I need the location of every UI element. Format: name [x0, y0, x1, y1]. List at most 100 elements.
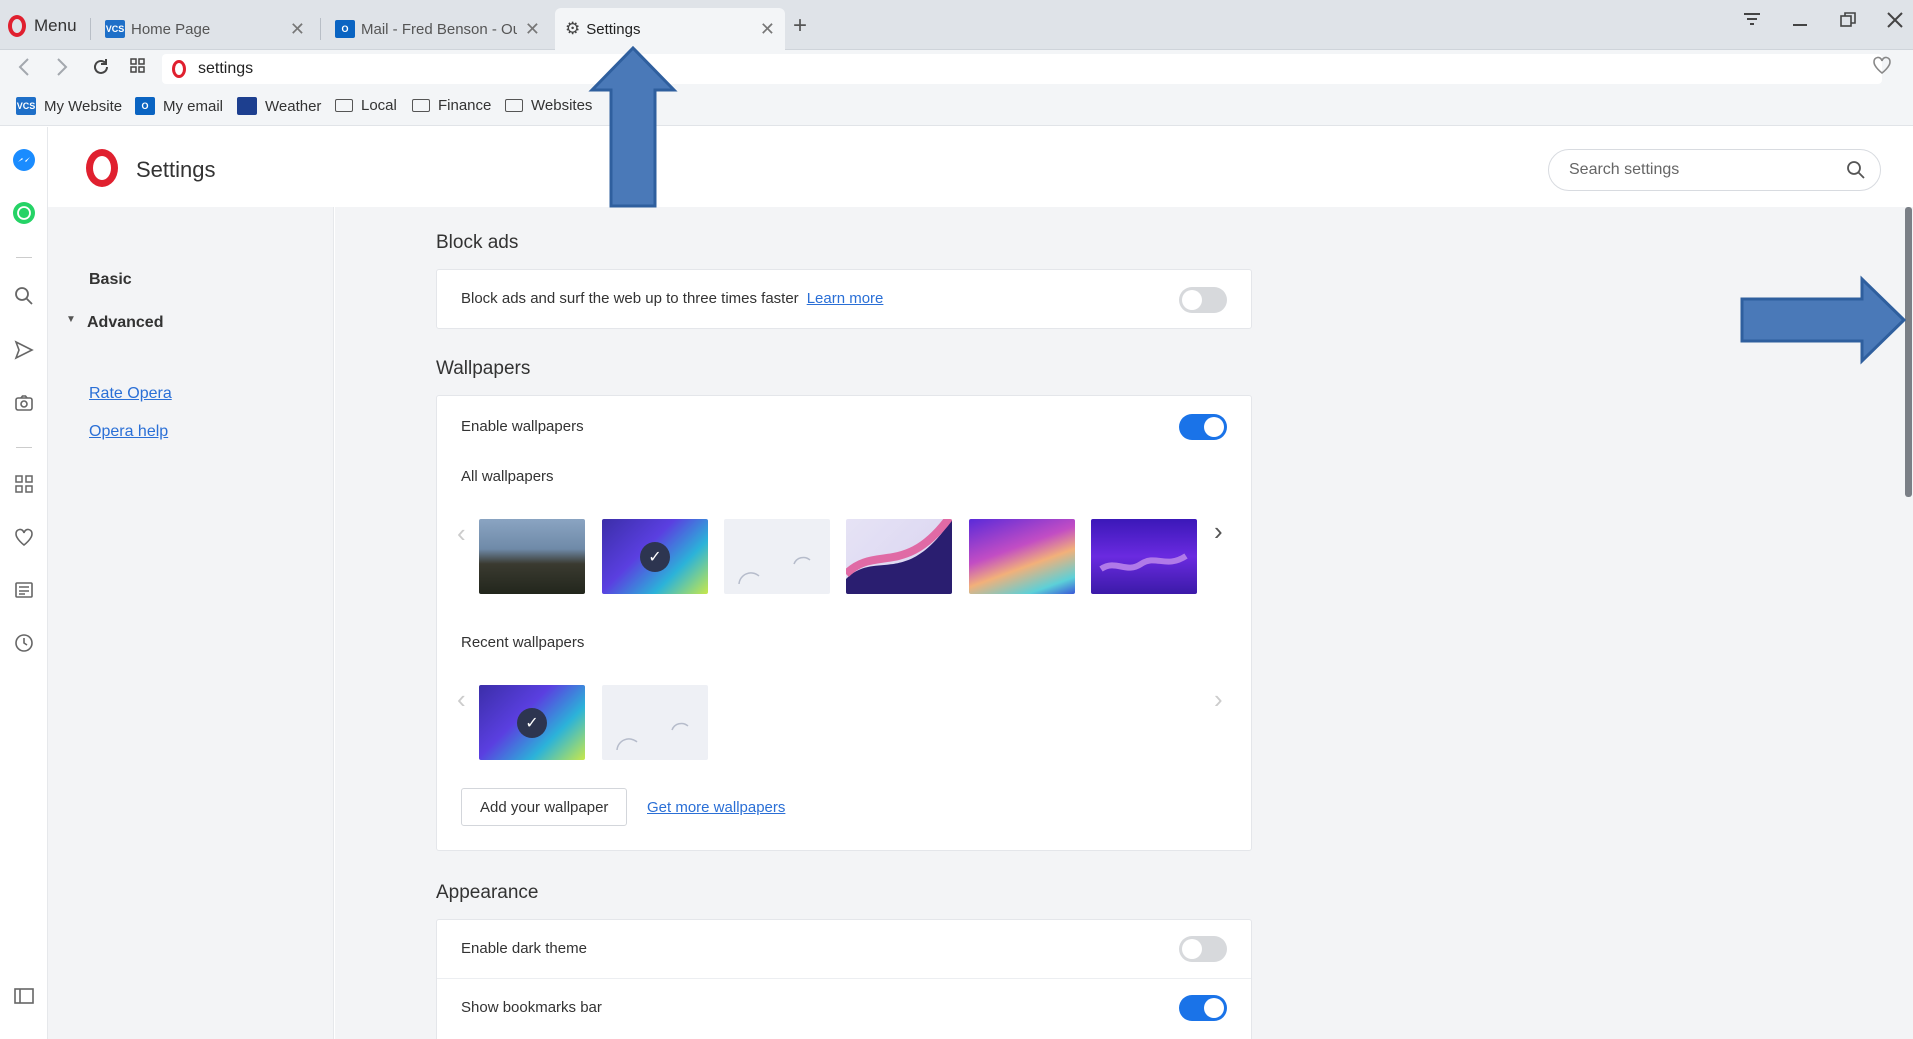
news-icon[interactable] — [11, 577, 37, 603]
vcs-logo-icon: VCS — [105, 20, 125, 38]
learn-more-link[interactable]: Learn more — [807, 290, 884, 307]
folder-icon — [505, 99, 523, 112]
settings-content: Block ads Block ads and surf the web up … — [335, 207, 1913, 1039]
bookmark-folder-local[interactable]: Local — [335, 97, 397, 114]
section-title-appearance: Appearance — [436, 882, 539, 903]
bookmark-my-email[interactable]: O My email — [135, 97, 223, 115]
tab-separator — [90, 18, 91, 40]
tab-strip: Menu VCS Home Page ✕ O Mail - Fred Benso… — [0, 0, 1913, 50]
wallpapers-card: Enable wallpapers All wallpapers ‹ ✓ › R… — [436, 395, 1252, 851]
bookmark-label: Finance — [438, 97, 492, 114]
checkmark-icon: ✓ — [517, 708, 547, 738]
tab-title: Home Page — [131, 20, 211, 38]
bookmarks-bar-label: Show bookmarks bar — [461, 999, 602, 1016]
bookmark-label: Weather — [265, 97, 322, 115]
tab-menu-icon[interactable] — [1742, 10, 1762, 36]
close-tab-icon[interactable]: ✕ — [525, 19, 540, 40]
tab-settings[interactable]: ⚙ Settings ✕ — [555, 8, 785, 50]
search-settings-box[interactable] — [1548, 149, 1881, 191]
recent-wallpaper-selected[interactable]: ✓ — [479, 685, 585, 760]
tab-home-page[interactable]: VCS Home Page ✕ — [95, 8, 315, 50]
wallpaper-thumb-purple[interactable] — [1091, 519, 1197, 594]
tab-mail[interactable]: O Mail - Fred Benson - Outl ✕ — [325, 8, 550, 50]
bookmark-label: Local — [361, 97, 397, 114]
settings-header: Settings — [48, 127, 1913, 207]
recent-wallpaper-light[interactable] — [602, 685, 708, 760]
opera-sidebar — [0, 127, 48, 1039]
opera-help-link[interactable]: Opera help — [89, 423, 168, 441]
folder-icon — [412, 99, 430, 112]
all-wallpapers-label: All wallpapers — [461, 468, 554, 485]
caret-down-icon: ▼ — [66, 314, 76, 325]
wallpaper-thumb-coast[interactable] — [479, 519, 585, 594]
speed-dial-icon[interactable] — [11, 471, 37, 497]
bookmark-label: Websites — [531, 97, 593, 114]
dark-theme-label: Enable dark theme — [461, 940, 587, 957]
back-icon[interactable] — [16, 56, 34, 84]
bookmarks-bar: VCS My Website O My email Weather Local … — [0, 88, 1913, 126]
camera-snapshot-icon[interactable] — [11, 390, 37, 416]
tab-title: Settings — [586, 20, 641, 38]
opera-logo-icon — [8, 15, 26, 37]
whatsapp-icon[interactable] — [11, 200, 37, 226]
forward-icon[interactable] — [52, 56, 70, 84]
history-clock-icon[interactable] — [11, 630, 37, 656]
bookmark-weather[interactable]: Weather — [237, 97, 321, 115]
recent-next-icon[interactable]: › — [1214, 684, 1223, 715]
nav-advanced[interactable]: Advanced — [87, 314, 163, 332]
minimize-icon[interactable] — [1790, 10, 1810, 36]
new-tab-button[interactable]: + — [793, 12, 807, 40]
heart-icon[interactable] — [11, 524, 37, 550]
heart-bookmark-icon[interactable] — [1871, 54, 1893, 82]
search-icon[interactable] — [1846, 160, 1866, 180]
wallpaper-next-icon[interactable]: › — [1214, 516, 1223, 547]
restore-icon[interactable] — [1838, 10, 1858, 36]
flow-send-icon[interactable] — [11, 337, 37, 363]
opera-menu-button[interactable]: Menu — [8, 12, 77, 40]
recent-wallpapers-label: Recent wallpapers — [461, 634, 585, 651]
block-ads-toggle[interactable] — [1179, 287, 1227, 313]
block-ads-row: Block ads and surf the web up to three t… — [461, 290, 883, 307]
rate-opera-link[interactable]: Rate Opera — [89, 385, 172, 403]
block-ads-card: Block ads and surf the web up to three t… — [436, 269, 1252, 329]
dark-theme-toggle[interactable] — [1179, 936, 1227, 962]
speed-dial-grid-icon[interactable] — [128, 56, 148, 82]
menu-label: Menu — [34, 16, 77, 35]
sidebar-divider — [16, 447, 32, 448]
tab-separator — [320, 18, 321, 40]
annotation-arrow-right-icon — [1740, 275, 1906, 365]
sidebar-divider — [16, 257, 32, 258]
messenger-icon[interactable] — [11, 147, 37, 173]
annotation-arrow-up-icon — [588, 46, 678, 208]
wallpaper-thumb-light[interactable] — [724, 519, 830, 594]
block-ads-description: Block ads and surf the web up to three t… — [461, 290, 799, 307]
reload-icon[interactable] — [90, 56, 112, 84]
wallpaper-prev-icon[interactable]: ‹ — [457, 518, 466, 549]
outlook-icon: O — [335, 20, 355, 38]
url-field[interactable]: settings — [162, 54, 1882, 84]
bookmarks-bar-toggle[interactable] — [1179, 995, 1227, 1021]
bookmark-label: My email — [163, 97, 224, 115]
search-settings-input[interactable] — [1569, 161, 1839, 179]
bookmark-folder-websites[interactable]: Websites — [505, 97, 592, 114]
weather-icon — [237, 97, 257, 115]
close-window-icon[interactable] — [1885, 10, 1905, 36]
search-icon[interactable] — [11, 283, 37, 309]
wallpaper-thumb-gradient[interactable] — [969, 519, 1075, 594]
wallpaper-thumb-wave[interactable] — [846, 519, 952, 594]
enable-wallpapers-toggle[interactable] — [1179, 414, 1227, 440]
sidebar-toggle-icon[interactable] — [11, 983, 37, 1009]
bookmark-my-website[interactable]: VCS My Website — [16, 97, 122, 115]
nav-basic[interactable]: Basic — [89, 271, 132, 289]
wallpaper-thumb-selected[interactable]: ✓ — [602, 519, 708, 594]
close-tab-icon[interactable]: ✕ — [760, 19, 775, 40]
section-title-block-ads: Block ads — [436, 232, 519, 253]
opera-logo-icon — [86, 149, 118, 187]
recent-prev-icon[interactable]: ‹ — [457, 684, 466, 715]
scrollbar-thumb[interactable] — [1905, 207, 1912, 497]
add-wallpaper-button[interactable]: Add your wallpaper — [461, 788, 628, 826]
bookmark-label: My Website — [44, 97, 123, 115]
bookmark-folder-finance[interactable]: Finance — [412, 97, 491, 114]
close-tab-icon[interactable]: ✕ — [290, 19, 305, 40]
get-more-wallpapers-link[interactable]: Get more wallpapers — [647, 799, 785, 816]
